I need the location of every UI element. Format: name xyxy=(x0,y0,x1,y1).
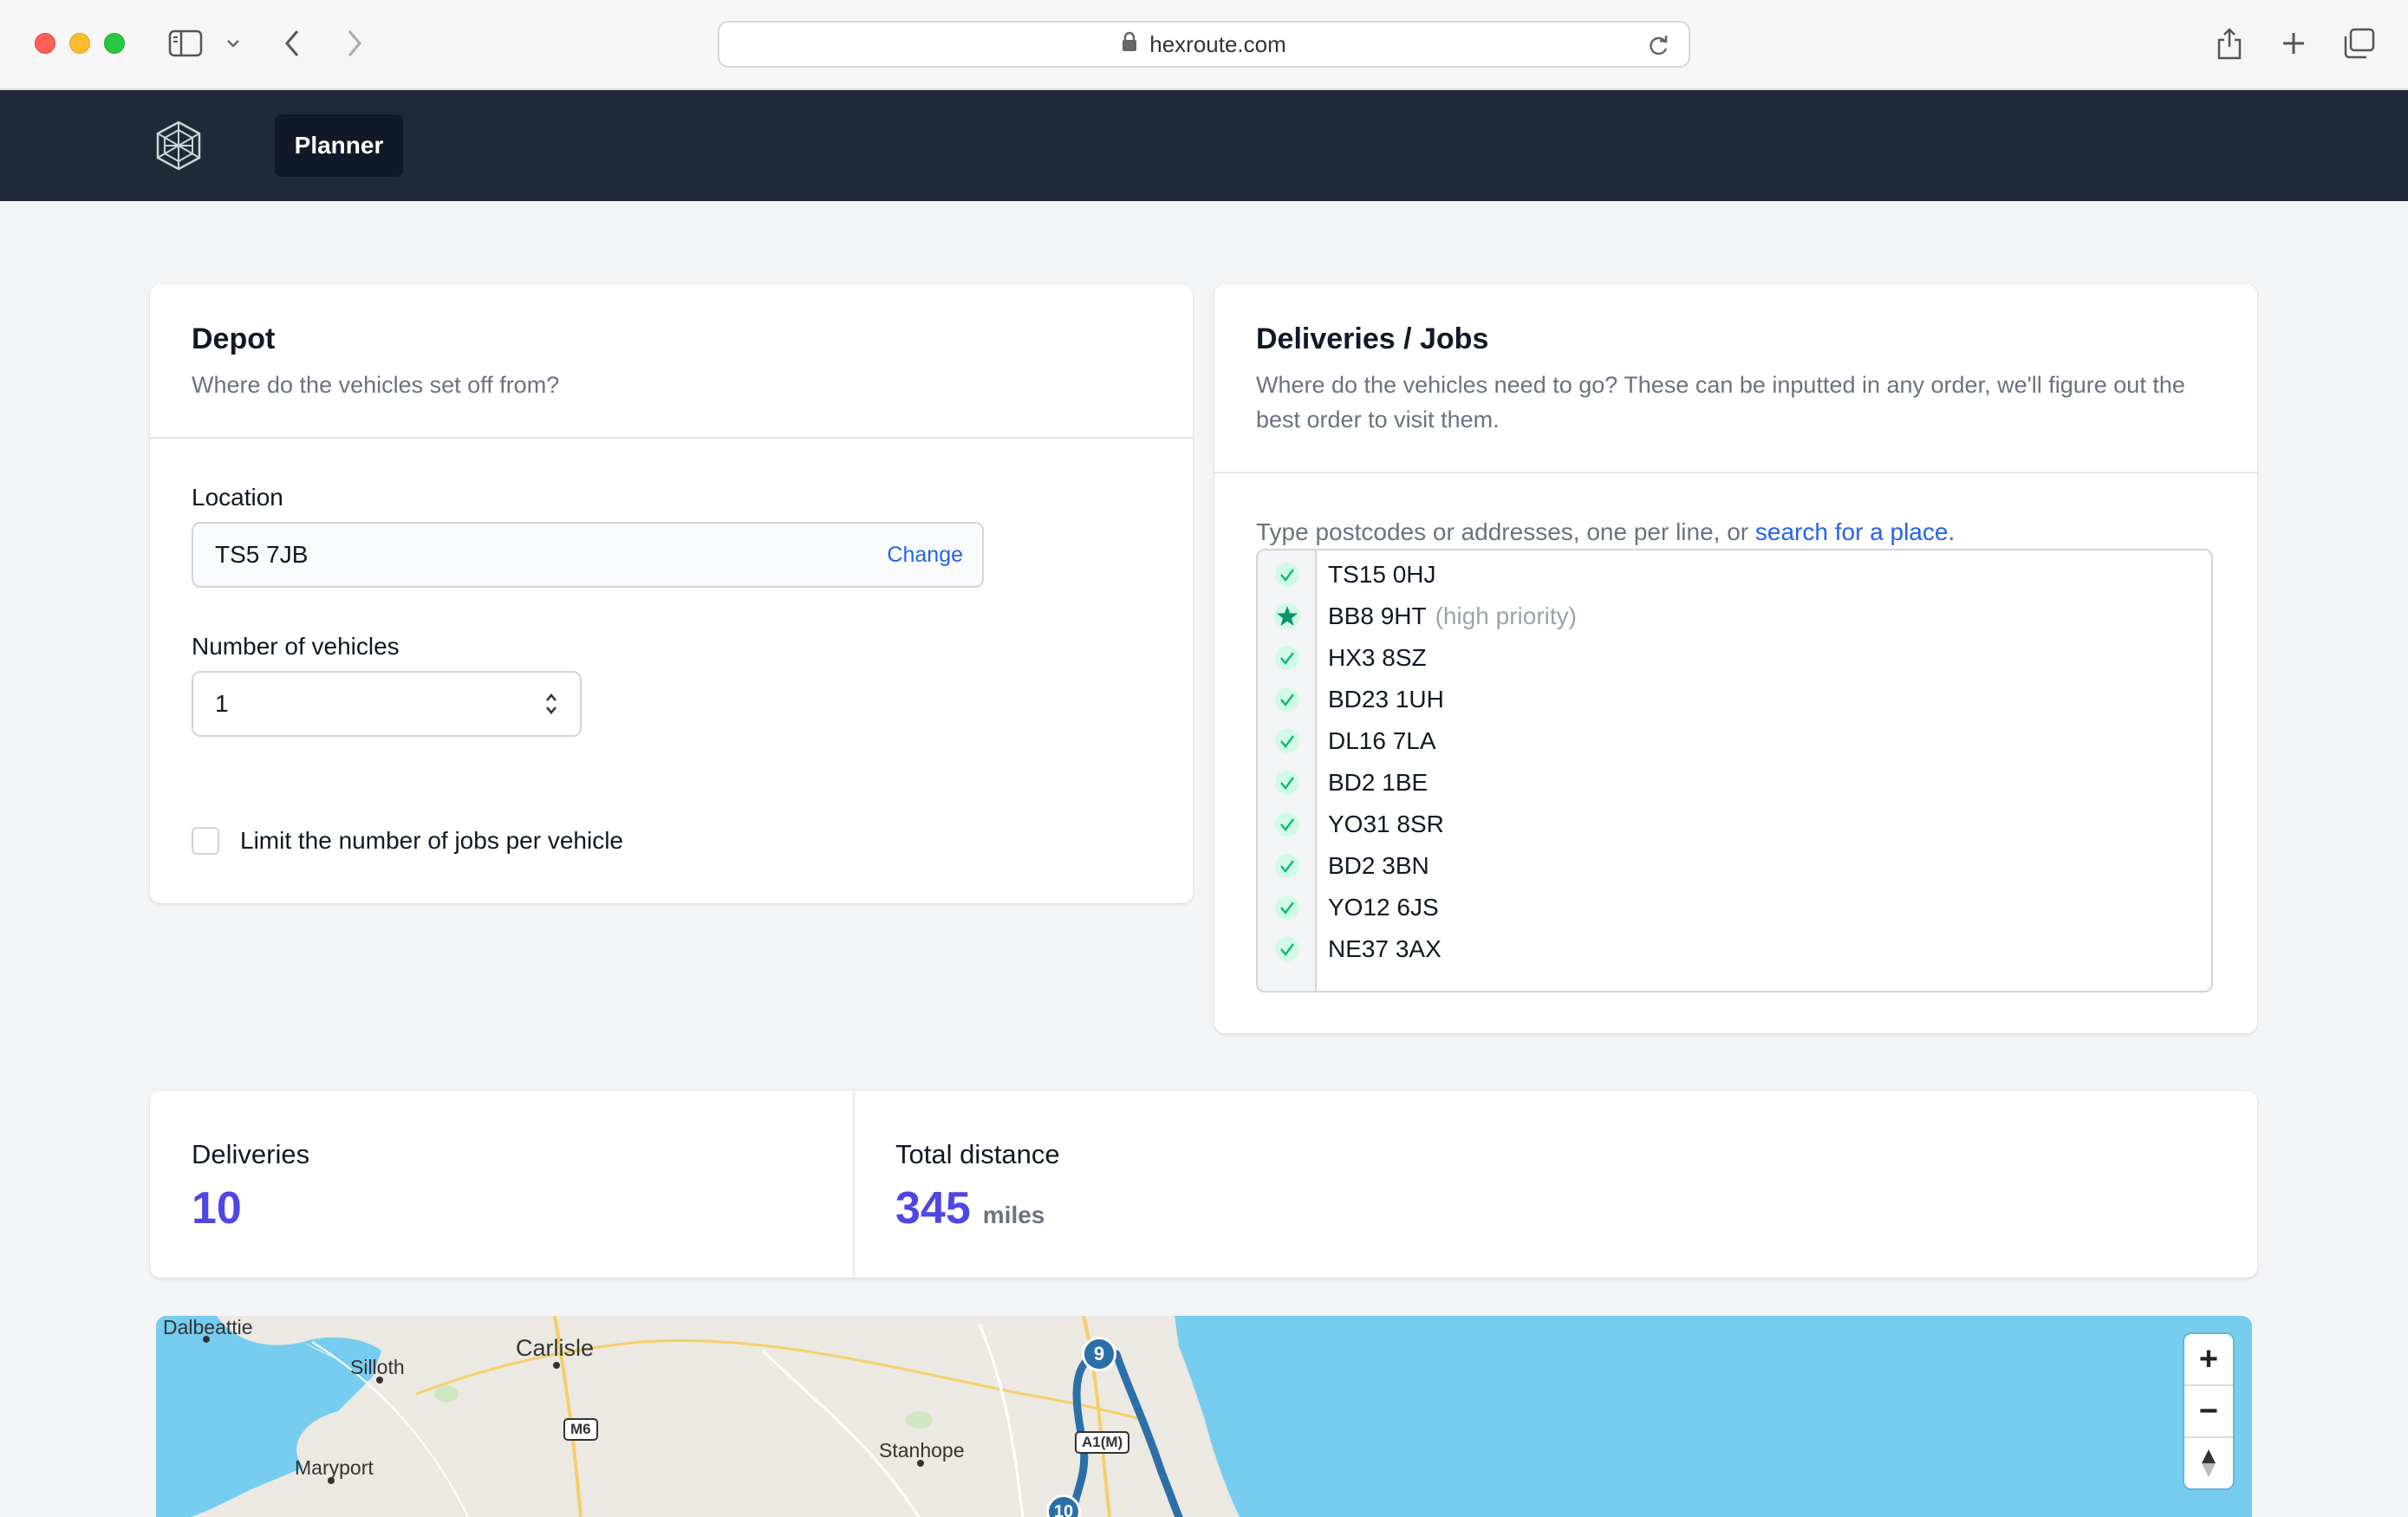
job-postcode: HX3 8SZ xyxy=(1328,644,1427,671)
address-bar[interactable]: hexroute.com xyxy=(718,21,1690,68)
deliveries-label: Deliveries xyxy=(192,1139,310,1169)
check-icon xyxy=(1258,645,1317,671)
job-postcode: DL16 7LA xyxy=(1328,727,1436,754)
job-row[interactable]: DL16 7LA xyxy=(1258,720,2211,762)
deliveries-value: 10 xyxy=(192,1183,242,1234)
tab-overview-icon[interactable] xyxy=(2340,26,2377,61)
job-row[interactable]: TS15 0HJ xyxy=(1258,554,2211,596)
jobs-textarea[interactable]: TS15 0HJ BB8 9HT (high priority) HX3 8SZ BD2… xyxy=(1256,549,2213,993)
depot-title: Depot xyxy=(192,322,276,355)
limit-jobs-label[interactable]: Limit the number of jobs per vehicle xyxy=(240,827,623,855)
check-icon xyxy=(1258,853,1317,879)
route-map[interactable]: Dalbeattie Silloth Carlisle Maryport Sta… xyxy=(156,1316,2252,1517)
vehicles-stepper[interactable]: 1 xyxy=(192,671,582,737)
job-postcode: TS15 0HJ xyxy=(1328,561,1436,588)
close-window-button[interactable] xyxy=(35,33,55,54)
check-icon xyxy=(1258,770,1317,796)
chevron-down-icon[interactable] xyxy=(224,26,243,61)
map-place-label: Carlisle xyxy=(516,1335,595,1361)
map-place-label: Silloth xyxy=(350,1356,405,1378)
zoom-out-button[interactable]: − xyxy=(2184,1386,2233,1436)
change-location-button[interactable]: Change xyxy=(887,543,963,568)
reload-icon[interactable] xyxy=(1647,34,1669,64)
share-icon[interactable] xyxy=(2212,26,2247,61)
instructions-text: Type postcodes or addresses, one per lin… xyxy=(1256,518,1755,545)
job-postcode: NE37 3AX xyxy=(1328,935,1442,962)
back-icon[interactable] xyxy=(279,26,305,61)
minimize-window-button[interactable] xyxy=(69,33,90,54)
check-icon xyxy=(1258,811,1317,837)
job-postcode: BB8 9HT xyxy=(1328,602,1427,629)
vehicles-label: Number of vehicles xyxy=(192,633,400,660)
map-zoom-controls: + − xyxy=(2184,1334,2233,1488)
job-row[interactable]: YO31 8SR xyxy=(1258,804,2211,845)
location-label: Location xyxy=(192,484,283,511)
map-base xyxy=(156,1316,2252,1517)
distance-label: Total distance xyxy=(895,1139,1060,1169)
job-row[interactable]: BD2 1BE xyxy=(1258,762,2211,804)
depot-subtitle: Where do the vehicles set off from? xyxy=(192,372,560,398)
check-icon xyxy=(1258,936,1317,962)
forward-icon[interactable] xyxy=(342,26,368,61)
jobs-subtitle: Where do the vehicles need to go? These … xyxy=(1256,372,2185,433)
job-row[interactable]: HX3 8SZ xyxy=(1258,637,2211,679)
new-tab-icon[interactable] xyxy=(2276,26,2311,61)
zoom-in-button[interactable]: + xyxy=(2184,1334,2233,1384)
job-row[interactable]: YO12 6JS xyxy=(1258,887,2211,928)
stepper-arrows-icon[interactable] xyxy=(543,690,559,724)
check-icon xyxy=(1258,687,1317,713)
job-postcode: BD23 1UH xyxy=(1328,686,1444,713)
check-icon xyxy=(1258,728,1317,754)
divider xyxy=(150,437,1193,439)
depot-card: Depot Where do the vehicles set off from… xyxy=(150,284,1193,903)
vehicles-value: 1 xyxy=(215,690,229,717)
job-postcode: YO12 6JS xyxy=(1328,894,1439,921)
sidebar-toggle-icon[interactable] xyxy=(166,26,205,61)
job-postcode: BD2 1BE xyxy=(1328,769,1429,796)
lock-icon xyxy=(1122,31,1137,58)
jobs-card: Deliveries / Jobs Where do the vehicles … xyxy=(1214,284,2257,1033)
job-postcode: YO31 8SR xyxy=(1328,811,1444,837)
jobs-instructions: Type postcodes or addresses, one per lin… xyxy=(1256,515,1955,550)
tab-planner[interactable]: Planner xyxy=(275,114,403,177)
road-shield: A1(M) xyxy=(1075,1431,1130,1454)
distance-value-group: 345 miles xyxy=(895,1182,1045,1234)
zoom-window-button[interactable] xyxy=(104,33,125,54)
hexroute-logo[interactable] xyxy=(153,120,205,172)
search-place-link[interactable]: search for a place. xyxy=(1755,518,1955,545)
browser-toolbar: hexroute.com xyxy=(0,0,2408,90)
distance-unit: miles xyxy=(982,1201,1045,1228)
job-row[interactable]: BD2 3BN xyxy=(1258,845,2211,887)
map-place-label: Maryport xyxy=(295,1456,374,1479)
url-text: hexroute.com xyxy=(1149,30,1286,57)
job-row[interactable]: NE37 3AX xyxy=(1258,928,2211,970)
distance-value: 345 xyxy=(895,1183,971,1234)
check-icon xyxy=(1258,895,1317,921)
job-row[interactable]: BD23 1UH xyxy=(1258,679,2211,720)
job-row[interactable]: BB8 9HT (high priority) xyxy=(1258,596,2211,637)
star-icon xyxy=(1258,602,1317,630)
stats-card: Deliveries 10 Total distance 345 miles xyxy=(150,1091,2257,1278)
compass-icon[interactable] xyxy=(2184,1438,2233,1488)
check-icon xyxy=(1258,562,1317,588)
map-place-label: Stanhope xyxy=(879,1439,965,1462)
jobs-title: Deliveries / Jobs xyxy=(1256,322,1489,355)
location-field[interactable]: TS5 7JB Change xyxy=(192,522,984,588)
job-priority-note: (high priority) xyxy=(1435,602,1577,629)
map-place-label: Dalbeattie xyxy=(163,1316,253,1338)
job-postcode: BD2 3BN xyxy=(1328,852,1429,879)
divider xyxy=(1214,472,2257,473)
route-stop-marker[interactable]: 9 xyxy=(1082,1337,1116,1371)
limit-jobs-checkbox[interactable] xyxy=(192,827,219,855)
road-shield: M6 xyxy=(563,1418,598,1441)
stats-divider xyxy=(853,1091,855,1278)
app-navbar: Planner xyxy=(0,90,2408,201)
location-value: TS5 7JB xyxy=(215,541,309,568)
